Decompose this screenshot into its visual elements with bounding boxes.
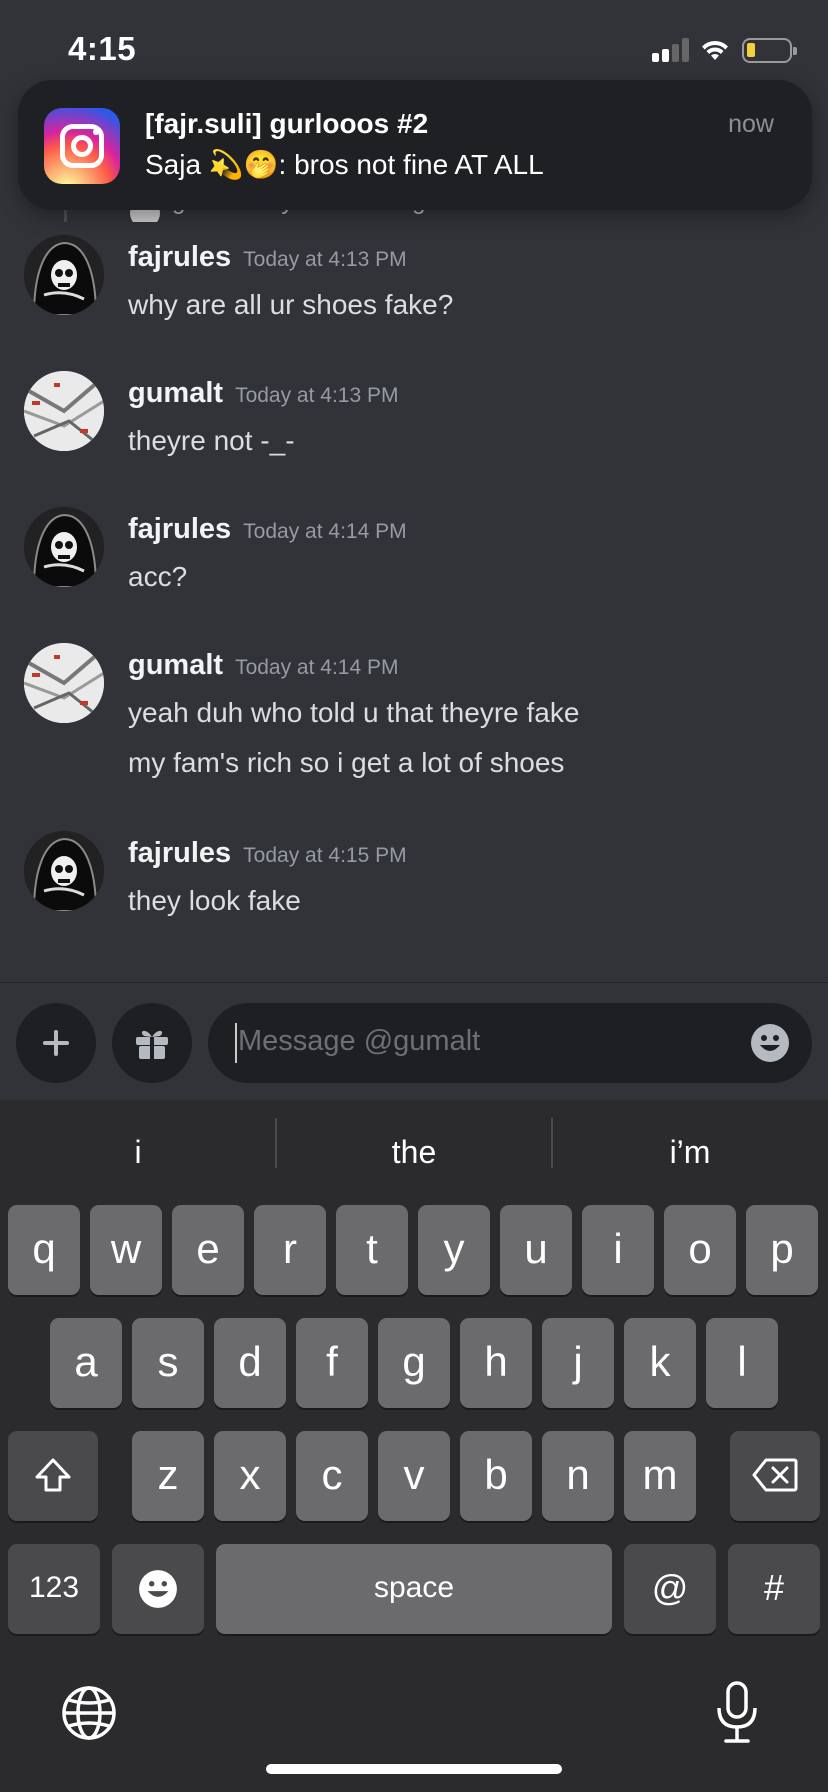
message-author[interactable]: gumalt Today at 4:14 PM <box>128 649 399 682</box>
gift-icon <box>136 1030 168 1059</box>
battery-icon <box>742 38 797 63</box>
key-b[interactable]: b <box>460 1431 532 1521</box>
message-timestamp: Today at 4:13 PM <box>243 248 407 271</box>
notification-body: Saja 💫🤭: bros not fine AT ALL <box>145 149 544 180</box>
message-placeholder: Message @gumalt <box>238 1025 481 1057</box>
message-timestamp: Today at 4:15 PM <box>243 844 407 867</box>
predictive-suggestions: i the i’m <box>0 1118 828 1182</box>
key-n[interactable]: n <box>542 1431 614 1521</box>
instagram-icon <box>44 108 120 184</box>
key-a[interactable]: a <box>50 1318 122 1408</box>
reaper-avatar[interactable] <box>24 507 104 587</box>
cellular-signal-icon <box>652 38 692 62</box>
key-v[interactable]: v <box>378 1431 450 1521</box>
key-s[interactable]: s <box>132 1318 204 1408</box>
plus-icon <box>43 1030 69 1056</box>
key-i[interactable]: i <box>582 1205 654 1295</box>
emoji-icon[interactable] <box>750 1023 790 1063</box>
message-author[interactable]: fajrules Today at 4:14 PM <box>128 513 407 546</box>
message-text: theyre not -_- <box>128 425 295 456</box>
message-timestamp: Today at 4:14 PM <box>235 656 399 679</box>
emoji-keyboard-key[interactable] <box>112 1544 204 1634</box>
message-text: yeah duh who told u that theyre fake <box>128 697 580 728</box>
message-author[interactable]: fajrules Today at 4:15 PM <box>128 837 407 870</box>
reaper-avatar[interactable] <box>24 235 104 315</box>
sneaker-avatar[interactable] <box>24 371 104 451</box>
key-h[interactable]: h <box>460 1318 532 1408</box>
globe-icon[interactable] <box>60 1684 118 1742</box>
key-x[interactable]: x <box>214 1431 286 1521</box>
key-m[interactable]: m <box>624 1431 696 1521</box>
message-input[interactable]: Message @gumalt <box>208 1003 812 1083</box>
numbers-key[interactable]: 123 <box>8 1544 100 1634</box>
message-text: my fam's rich so i get a lot of shoes <box>128 747 565 778</box>
key-q[interactable]: q <box>8 1205 80 1295</box>
status-time: 4:15 <box>68 30 137 67</box>
space-key[interactable]: space <box>216 1544 612 1634</box>
message-text: why are all ur shoes fake? <box>128 289 454 320</box>
on-screen-keyboard: i the i’m q w e r t y u i o p a s d f g … <box>0 1100 828 1792</box>
shift-icon <box>35 1458 71 1492</box>
key-z[interactable]: z <box>132 1431 204 1521</box>
emoji-keyboard-icon <box>139 1570 177 1608</box>
wifi-icon <box>702 40 728 60</box>
notification-title: [fajr.suli] gurlooos #2 <box>145 108 429 139</box>
message-timestamp: Today at 4:13 PM <box>235 384 399 407</box>
key-d[interactable]: d <box>214 1318 286 1408</box>
message-text: they look fake <box>128 885 301 916</box>
message-text: acc? <box>128 561 188 592</box>
message-timestamp: Today at 4:14 PM <box>243 520 407 543</box>
key-t[interactable]: t <box>336 1205 408 1295</box>
microphone-icon[interactable] <box>714 1680 760 1746</box>
delete-key[interactable] <box>730 1431 820 1521</box>
key-j[interactable]: j <box>542 1318 614 1408</box>
hash-key[interactable]: # <box>728 1544 820 1634</box>
sneaker-avatar[interactable] <box>24 643 104 723</box>
add-attachment-button[interactable] <box>16 1003 96 1083</box>
suggestion-item[interactable]: i <box>0 1122 276 1182</box>
suggestion-item[interactable]: i’m <box>552 1122 828 1182</box>
backspace-icon <box>752 1458 798 1492</box>
message-author[interactable]: fajrules Today at 4:13 PM <box>128 241 407 274</box>
key-r[interactable]: r <box>254 1205 326 1295</box>
key-w[interactable]: w <box>90 1205 162 1295</box>
key-l[interactable]: l <box>706 1318 778 1408</box>
home-indicator[interactable] <box>266 1764 562 1774</box>
shift-key[interactable] <box>8 1431 98 1521</box>
key-o[interactable]: o <box>664 1205 736 1295</box>
suggestion-item[interactable]: the <box>276 1122 552 1182</box>
key-c[interactable]: c <box>296 1431 368 1521</box>
text-caret <box>235 1023 237 1063</box>
notification-time: now <box>728 110 774 138</box>
key-f[interactable]: f <box>296 1318 368 1408</box>
key-p[interactable]: p <box>746 1205 818 1295</box>
key-k[interactable]: k <box>624 1318 696 1408</box>
key-e[interactable]: e <box>172 1205 244 1295</box>
key-g[interactable]: g <box>378 1318 450 1408</box>
push-notification[interactable]: [fajr.suli] gurlooos #2 Saja 💫🤭: bros no… <box>18 80 812 210</box>
gift-button[interactable] <box>112 1003 192 1083</box>
reaper-avatar[interactable] <box>24 831 104 911</box>
at-key[interactable]: @ <box>624 1544 716 1634</box>
key-y[interactable]: y <box>418 1205 490 1295</box>
message-author[interactable]: gumalt Today at 4:13 PM <box>128 377 399 410</box>
key-u[interactable]: u <box>500 1205 572 1295</box>
message-composer: Message @gumalt <box>0 982 828 1100</box>
